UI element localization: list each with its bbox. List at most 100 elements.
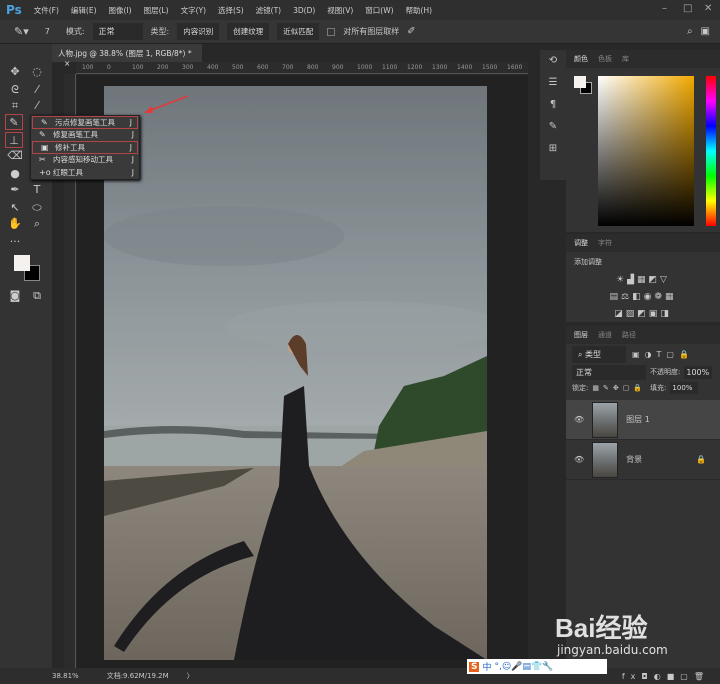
tab-swatches[interactable]: 色板 bbox=[598, 54, 612, 64]
properties-icon[interactable]: ☰ bbox=[540, 72, 566, 94]
visibility-eye-icon[interactable]: 👁 bbox=[574, 415, 584, 424]
tab-libraries[interactable]: 库 bbox=[622, 54, 629, 64]
healing-tools-flyout: ✎污点修复画笔工具J ✎修复画笔工具J ▣修补工具J ✂内容感知移动工具J +o… bbox=[30, 115, 140, 180]
clone-stamp-icon[interactable]: ⊥ bbox=[5, 132, 23, 148]
crop-tool-icon[interactable]: ⌗ bbox=[6, 98, 24, 114]
tab-color[interactable]: 颜色 bbox=[574, 54, 588, 64]
layer-row-layer1[interactable]: 👁 图层 1 bbox=[566, 400, 720, 440]
layer-actions[interactable]: fx◘◐■▢🗑 bbox=[622, 672, 710, 681]
hue-slider[interactable] bbox=[706, 76, 716, 226]
ime-toolbar[interactable]: S 中 °,☺🎤▤👕🔧 bbox=[467, 659, 607, 674]
flyout-item-red-eye[interactable]: +o红眼工具J bbox=[31, 166, 139, 179]
blend-mode-select[interactable]: 正常 bbox=[572, 365, 646, 380]
type-create-texture[interactable]: 创建纹理 bbox=[227, 23, 269, 40]
eyedropper-icon[interactable]: ⁄ bbox=[28, 98, 46, 114]
minimize-button[interactable]: – bbox=[662, 3, 667, 14]
layer-thumbnail bbox=[592, 402, 618, 438]
add-adjustment-label: 添加调整 bbox=[566, 252, 720, 272]
layer-row-background[interactable]: 👁 背景 🔒 bbox=[566, 440, 720, 480]
type-content-aware[interactable]: 内容识别 bbox=[177, 23, 219, 40]
close-tab-icon[interactable]: × bbox=[64, 59, 70, 68]
fg-color-chip[interactable] bbox=[574, 76, 586, 88]
pressure-icon[interactable]: ✐ bbox=[407, 26, 415, 37]
close-button[interactable]: ✕ bbox=[704, 3, 712, 14]
hand-tool-icon[interactable]: ✋ bbox=[6, 216, 24, 232]
color-field[interactable] bbox=[598, 76, 694, 226]
history-icon[interactable]: ⟲ bbox=[540, 50, 566, 72]
menu-select[interactable]: 选择(S) bbox=[218, 5, 244, 16]
screen-mode-icon[interactable]: ⧉ bbox=[28, 288, 46, 304]
brushes-icon[interactable]: ✎ bbox=[540, 116, 566, 138]
ime-tools-icons[interactable]: °,☺🎤▤👕🔧 bbox=[495, 662, 554, 672]
lock-icons[interactable]: ▦✎✥▢🔒 bbox=[592, 384, 646, 392]
ellipse-tool-icon[interactable]: ⬭ bbox=[28, 200, 46, 216]
flyout-item-content-aware-move[interactable]: ✂内容感知移动工具J bbox=[31, 154, 139, 167]
fill-input[interactable]: 100% bbox=[670, 382, 698, 394]
quick-mask-icon[interactable]: ◙ bbox=[6, 288, 24, 304]
tab-adjustments[interactable]: 调整 bbox=[574, 238, 588, 248]
menu-3d[interactable]: 3D(D) bbox=[293, 6, 315, 15]
ruler-tick: 400 bbox=[207, 64, 218, 71]
type-tool-icon[interactable]: T bbox=[28, 182, 46, 198]
flyout-item-patch[interactable]: ▣修补工具J bbox=[32, 141, 138, 154]
document-tab[interactable]: 人物.jpg @ 38.8% (图层 1, RGB/8*) * × bbox=[52, 44, 202, 62]
spot-healing-brush-icon: ✎ bbox=[41, 118, 55, 127]
shortcut: J bbox=[132, 168, 134, 177]
menu-file[interactable]: 文件(F) bbox=[34, 5, 59, 16]
ime-mode[interactable]: 中 bbox=[482, 660, 491, 673]
zoom-level[interactable]: 38.81% bbox=[52, 672, 79, 680]
horizontal-ruler: 1000100200300400500600700800900100011001… bbox=[76, 62, 528, 74]
workspace-icon[interactable]: ▣ bbox=[701, 26, 710, 37]
more-tools-icon[interactable]: ··· bbox=[6, 234, 24, 250]
menu-view[interactable]: 视图(V) bbox=[327, 5, 353, 16]
status-menu-arrow[interactable]: 〉 bbox=[187, 671, 194, 681]
spot-healing-brush-icon[interactable]: ✎▾ bbox=[14, 25, 29, 38]
sample-all-checkbox[interactable] bbox=[327, 28, 335, 36]
sogou-icon: S bbox=[469, 662, 479, 672]
visibility-eye-icon[interactable]: 👁 bbox=[574, 455, 584, 464]
maximize-button[interactable]: □ bbox=[683, 3, 692, 14]
brush-size-picker[interactable]: 7 bbox=[45, 27, 50, 36]
marquee-tool-icon[interactable]: ◌ bbox=[28, 64, 46, 80]
move-tool-icon[interactable]: ✥ bbox=[6, 64, 24, 80]
status-bar: 38.81% 文档:9.62M/19.2M 〉 fx◘◐■▢🗑 bbox=[0, 668, 720, 684]
mode-select[interactable]: 正常 bbox=[93, 23, 143, 40]
paragraph-icon[interactable]: ¶ bbox=[540, 94, 566, 116]
opacity-input[interactable]: 100% bbox=[684, 366, 712, 379]
zoom-tool-icon[interactable]: ⌕ bbox=[28, 216, 46, 232]
clone-source-icon[interactable]: ⊞ bbox=[540, 138, 566, 160]
tab-channels[interactable]: 通道 bbox=[598, 330, 612, 340]
search-icon[interactable]: ⌕ bbox=[687, 26, 693, 37]
type-proximity-match[interactable]: 近似匹配 bbox=[277, 23, 319, 40]
layer-name: 图层 1 bbox=[626, 414, 650, 425]
lasso-tool-icon[interactable]: ᘓ bbox=[6, 82, 24, 98]
layer-thumbnail bbox=[592, 442, 618, 478]
path-select-icon[interactable]: ↖ bbox=[6, 200, 24, 216]
menu-layer[interactable]: 图层(L) bbox=[144, 5, 169, 16]
filter-icons[interactable]: ▣◑T▢🔒 bbox=[632, 350, 694, 359]
layer-filter-select[interactable]: ⌕ 类型 bbox=[572, 346, 626, 363]
pen-tool-icon[interactable]: ✒ bbox=[6, 182, 24, 198]
tab-paths[interactable]: 路径 bbox=[622, 330, 636, 340]
tab-character[interactable]: 字符 bbox=[598, 238, 612, 248]
shortcut: J bbox=[130, 118, 132, 127]
baidu-watermark: Bai经验 bbox=[555, 608, 647, 645]
adjustment-icons[interactable]: ☀▟▦◩▽▤⚖◧◉❁▦◪▨◩▣◨ bbox=[566, 272, 720, 323]
healing-brush-tool-icon[interactable]: ✎ bbox=[5, 114, 23, 130]
magic-wand-icon[interactable]: ⁄ bbox=[28, 82, 46, 98]
flyout-item-spot-healing[interactable]: ✎污点修复画笔工具J bbox=[32, 116, 138, 129]
menu-help[interactable]: 帮助(H) bbox=[406, 5, 433, 16]
foreground-color-swatch[interactable] bbox=[14, 255, 30, 271]
menu-window[interactable]: 窗口(W) bbox=[365, 5, 393, 16]
ruler-tick: 700 bbox=[282, 64, 293, 71]
eraser-icon[interactable]: ⌫ bbox=[6, 148, 24, 164]
tab-layers[interactable]: 图层 bbox=[574, 330, 588, 340]
blur-tool-icon[interactable]: ● bbox=[6, 166, 24, 182]
ruler-tick: 1300 bbox=[432, 64, 447, 71]
flyout-item-healing-brush[interactable]: ✎修复画笔工具J bbox=[31, 129, 139, 142]
menu-image[interactable]: 图像(I) bbox=[109, 5, 132, 16]
flyout-label: 红眼工具 bbox=[53, 167, 83, 178]
menu-type[interactable]: 文字(Y) bbox=[181, 5, 206, 16]
menu-filter[interactable]: 滤镜(T) bbox=[256, 5, 281, 16]
menu-edit[interactable]: 编辑(E) bbox=[71, 5, 97, 16]
